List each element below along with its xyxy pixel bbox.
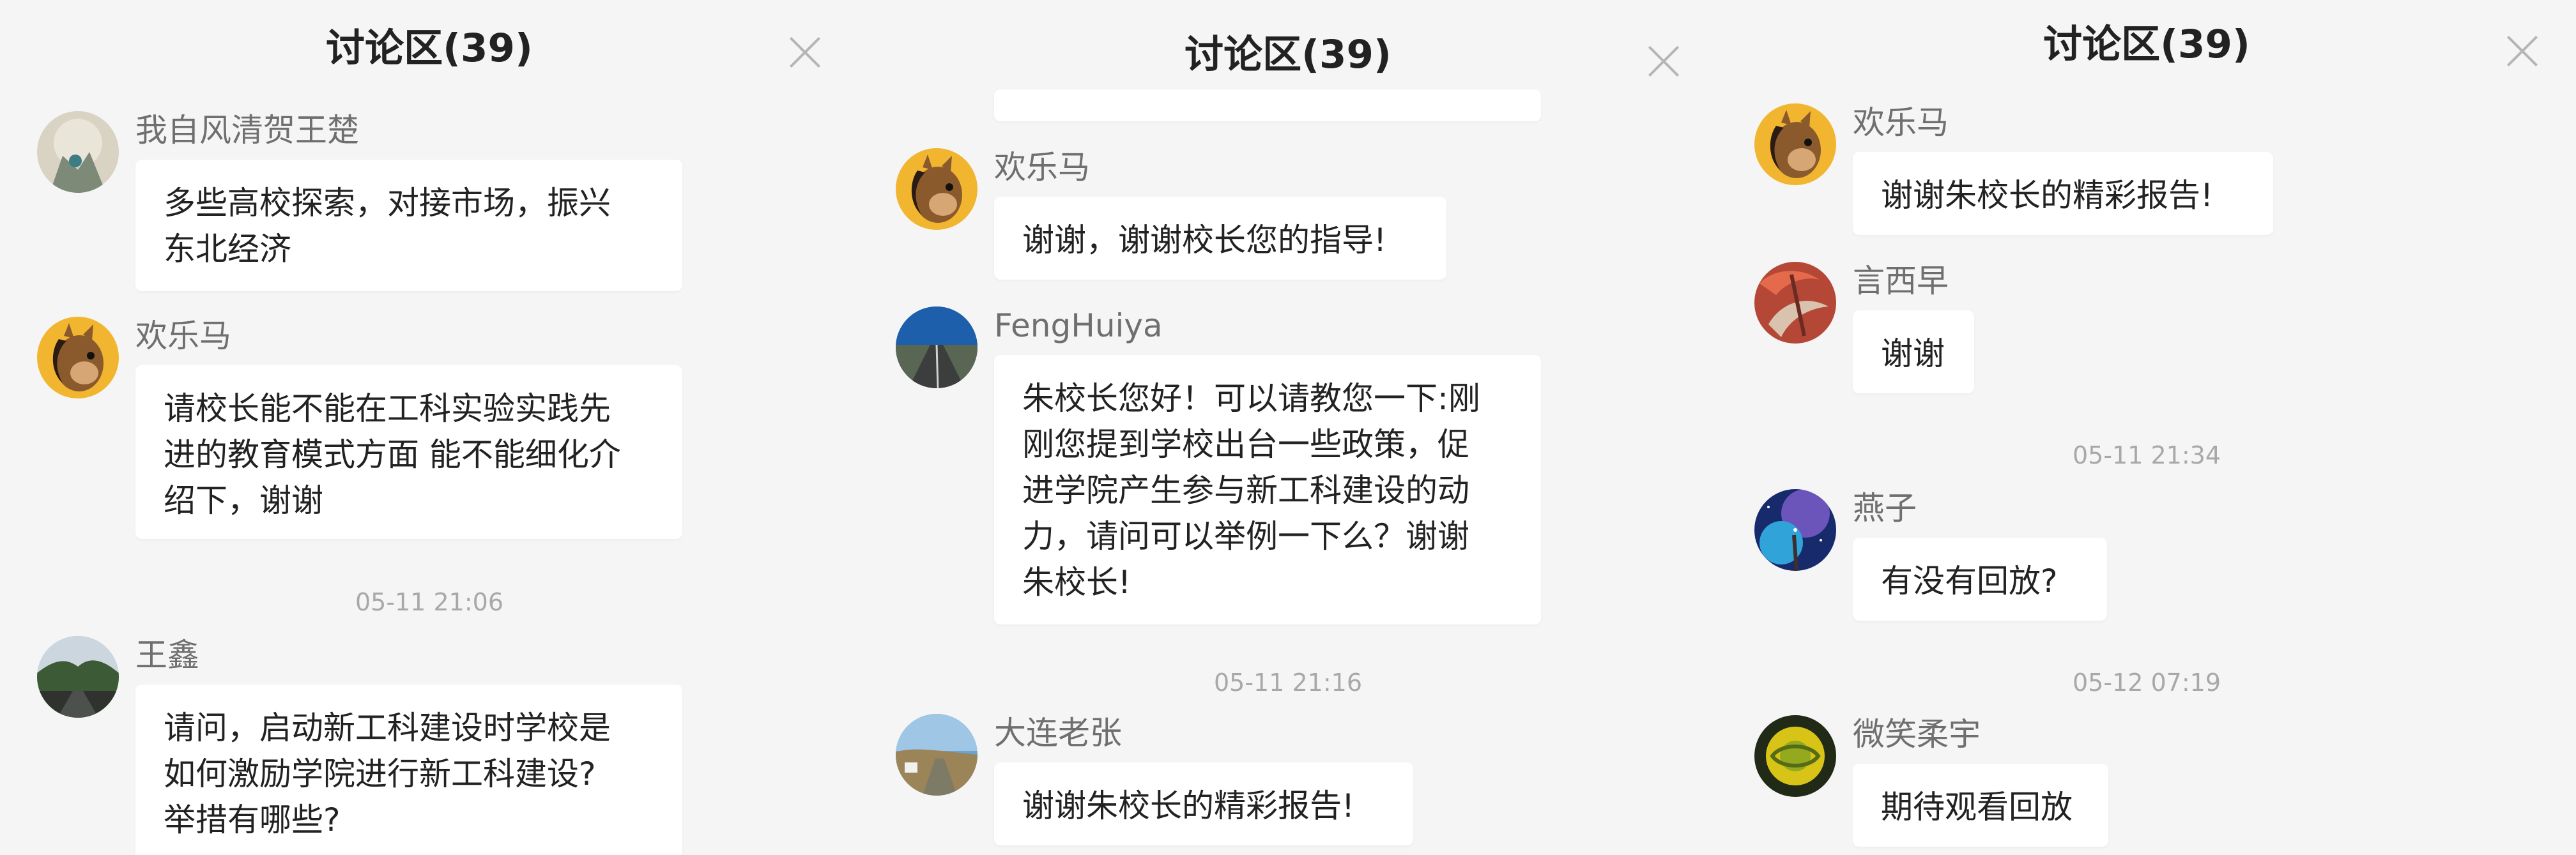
message-line: 进的教育模式方面 能不能细化介 — [164, 436, 621, 473]
message-bubble: 多些高校探索，对接市场，振兴 东北经济 — [135, 160, 682, 291]
panel-title: 讨论区(39) — [326, 26, 533, 71]
user-avatar[interactable] — [1754, 103, 1836, 185]
message-line: 谢谢朱校长的精彩报告! — [1881, 177, 2214, 214]
user-avatar[interactable] — [1754, 489, 1836, 571]
message-line: 谢谢朱校长的精彩报告! — [1022, 787, 1355, 824]
horse-avatar-icon — [37, 317, 119, 398]
message-bubble: 谢谢朱校长的精彩报告! — [994, 762, 1413, 845]
username: 言西早 — [1853, 262, 1949, 299]
message-line: 请问，启动新工科建设时学校是 — [164, 709, 611, 746]
message-line: 谢谢 — [1881, 335, 1945, 372]
message-line: 刚您提到学校出台一些政策，促 — [1022, 426, 1469, 463]
message-line: 东北经济 — [164, 231, 291, 268]
partial-message-bubble — [994, 89, 1541, 121]
user-avatar[interactable] — [896, 306, 977, 388]
username: 王鑫 — [135, 637, 199, 674]
username: FengHuiya — [994, 307, 1163, 344]
username: 我自风清贺王楚 — [135, 112, 359, 149]
message-line: 多些高校探索，对接市场，振兴 — [164, 185, 611, 222]
message-bubble: 请问，启动新工科建设时学校是 如何激励学院进行新工科建设? 举措有哪些? — [135, 685, 682, 855]
message-bubble: 有没有回放? — [1853, 538, 2107, 621]
message-bubble: 期待观看回放 — [1853, 764, 2108, 847]
close-icon[interactable] — [785, 32, 825, 73]
timestamp: 05-11 21:16 — [1213, 669, 1362, 697]
timestamp: 05-11 21:06 — [355, 588, 503, 616]
discussion-screens: 讨论区(39) 我自风清贺王楚 多些高校探索，对接市场，振兴 东北经济 欢乐马 … — [0, 0, 2576, 855]
user-avatar[interactable] — [37, 636, 119, 718]
message-bubble: 谢谢朱校长的精彩报告! — [1853, 152, 2273, 235]
message-line: 朱校长您好！可以请教您一下:刚 — [1022, 380, 1480, 417]
user-avatar[interactable] — [37, 111, 119, 193]
message-line: 绍下，谢谢 — [164, 482, 323, 519]
timestamp: 05-11 21:34 — [2072, 441, 2221, 469]
horse-avatar-icon — [896, 148, 977, 230]
message-line: 力，请问可以举例一下么？谢谢 — [1022, 518, 1469, 555]
close-icon[interactable] — [1643, 41, 1684, 82]
username: 欢乐马 — [994, 149, 1090, 186]
close-icon[interactable] — [2502, 31, 2543, 72]
message-line: 进学院产生参与新工科建设的动 — [1022, 472, 1469, 509]
message-bubble: 朱校长您好！可以请教您一下:刚 刚您提到学校出台一些政策，促 进学院产生参与新工… — [994, 355, 1541, 624]
message-bubble: 谢谢，谢谢校长您的指导! — [994, 197, 1446, 280]
message-bubble: 请校长能不能在工科实验实践先 进的教育模式方面 能不能细化介 绍下，谢谢 — [135, 365, 682, 539]
message-line: 如何激励学院进行新工科建设? — [164, 755, 596, 792]
panel-title: 讨论区(39) — [1184, 32, 1392, 77]
panel-title: 讨论区(39) — [2043, 22, 2250, 67]
discussion-panel-3: 讨论区(39) 欢乐马 谢谢朱校长的精彩报告! 言西早 谢谢 05-11 21:… — [1717, 0, 2576, 855]
username: 微笑柔宇 — [1853, 716, 1981, 753]
horse-avatar-icon — [1754, 103, 1836, 185]
username: 欢乐马 — [1853, 104, 1949, 141]
message-line: 期待观看回放 — [1881, 789, 2073, 826]
message-line: 有没有回放? — [1881, 563, 2058, 600]
user-avatar[interactable] — [896, 714, 977, 796]
message-line: 举措有哪些? — [164, 801, 341, 838]
message-line: 朱校长! — [1022, 564, 1131, 601]
discussion-panel-1: 讨论区(39) 我自风清贺王楚 多些高校探索，对接市场，振兴 东北经济 欢乐马 … — [0, 0, 859, 855]
username: 燕子 — [1853, 490, 1917, 527]
user-avatar[interactable] — [896, 148, 977, 230]
user-avatar[interactable] — [1754, 262, 1836, 344]
message-bubble: 谢谢 — [1853, 310, 1974, 393]
user-avatar[interactable] — [37, 317, 119, 398]
message-line: 请校长能不能在工科实验实践先 — [164, 390, 611, 427]
user-avatar[interactable] — [1754, 715, 1836, 797]
username: 欢乐马 — [135, 317, 231, 354]
message-line: 谢谢，谢谢校长您的指导! — [1022, 222, 1387, 259]
discussion-panel-2: 讨论区(39) 欢乐马 谢谢，谢谢校长您的指导! FengHuiya 朱校长您好… — [859, 0, 1717, 855]
timestamp: 05-12 07:19 — [2072, 669, 2221, 697]
username: 大连老张 — [994, 715, 1122, 752]
